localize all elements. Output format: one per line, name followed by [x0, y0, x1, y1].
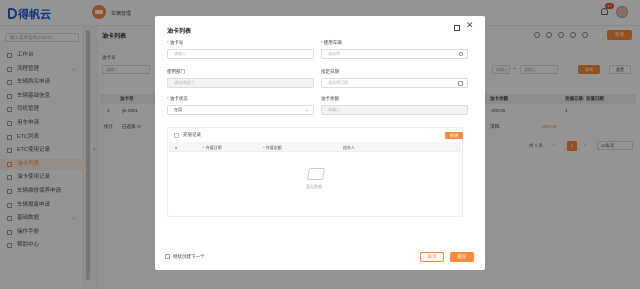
vehicle-label: *使用车辆 [321, 40, 342, 46]
department-label: 使用部门 [167, 69, 185, 74]
empty-state-text: 暂无数据 [306, 184, 322, 189]
section-title: 充值记录 [183, 132, 201, 137]
calendar-icon[interactable] [458, 81, 463, 86]
required-mark: * [321, 40, 323, 45]
recharge-records-section: 充值记录 新增 # * 充值日期 * 充值金额 经办人 暂无数据 [167, 127, 463, 217]
department-input[interactable]: 请选择部门 [167, 78, 314, 88]
search-icon[interactable] [459, 52, 463, 56]
fullscreen-icon[interactable] [454, 25, 460, 31]
vehicle-select[interactable]: 请选择 [321, 49, 468, 59]
oil-card-dialog: 油卡列表 ✕ *油卡号 请输入 *使用车辆 请选择 使用部门 请选择部门 指定日… [155, 16, 485, 270]
records-table-header: # * 充值日期 * 充值金额 经办人 [169, 142, 461, 152]
date-placeholder: 请选择日期 [328, 80, 348, 85]
card-no-input[interactable]: 请输入 [167, 49, 314, 59]
chevron-down-icon[interactable]: ⌄ [305, 106, 309, 114]
column-header: 经办人 [343, 145, 355, 150]
column-header-text: 充值日期 [205, 145, 222, 150]
dialog-title: 油卡列表 [167, 29, 192, 35]
balance-input[interactable]: 请输入 [321, 105, 468, 115]
empty-box-icon [306, 168, 326, 180]
close-icon[interactable]: ✕ [466, 21, 474, 31]
vehicle-label-text: 使用车辆 [323, 40, 342, 45]
column-header: * 充值日期 [203, 145, 222, 151]
status-label-text: 油卡状态 [169, 96, 188, 101]
balance-label: 油卡余额 [321, 96, 339, 101]
date-label: 指定日期 [321, 69, 339, 74]
required-mark: * [167, 40, 169, 45]
card-no-label: *油卡号 [167, 40, 183, 46]
status-value: 在用 [174, 107, 182, 112]
date-picker[interactable]: 请选择日期 [321, 78, 468, 88]
continue-checkbox[interactable] [165, 254, 170, 259]
add-record-button[interactable]: 新增 [445, 132, 463, 139]
required-mark: * [167, 96, 169, 101]
status-label: *油卡状态 [167, 96, 188, 102]
status-select[interactable]: 在用 ⌄ [167, 105, 314, 115]
column-header-text: 充值金额 [265, 145, 282, 150]
vehicle-placeholder: 请选择 [328, 51, 340, 56]
column-header: # [175, 145, 178, 150]
submit-button[interactable]: 提交 [450, 252, 474, 262]
column-header: * 充值金额 [263, 145, 282, 151]
cancel-button[interactable]: 取消 [420, 252, 444, 262]
section-checkbox[interactable] [174, 133, 179, 138]
continue-label[interactable]: 继续创建下一个 [173, 254, 205, 260]
card-no-label-text: 油卡号 [169, 40, 184, 45]
